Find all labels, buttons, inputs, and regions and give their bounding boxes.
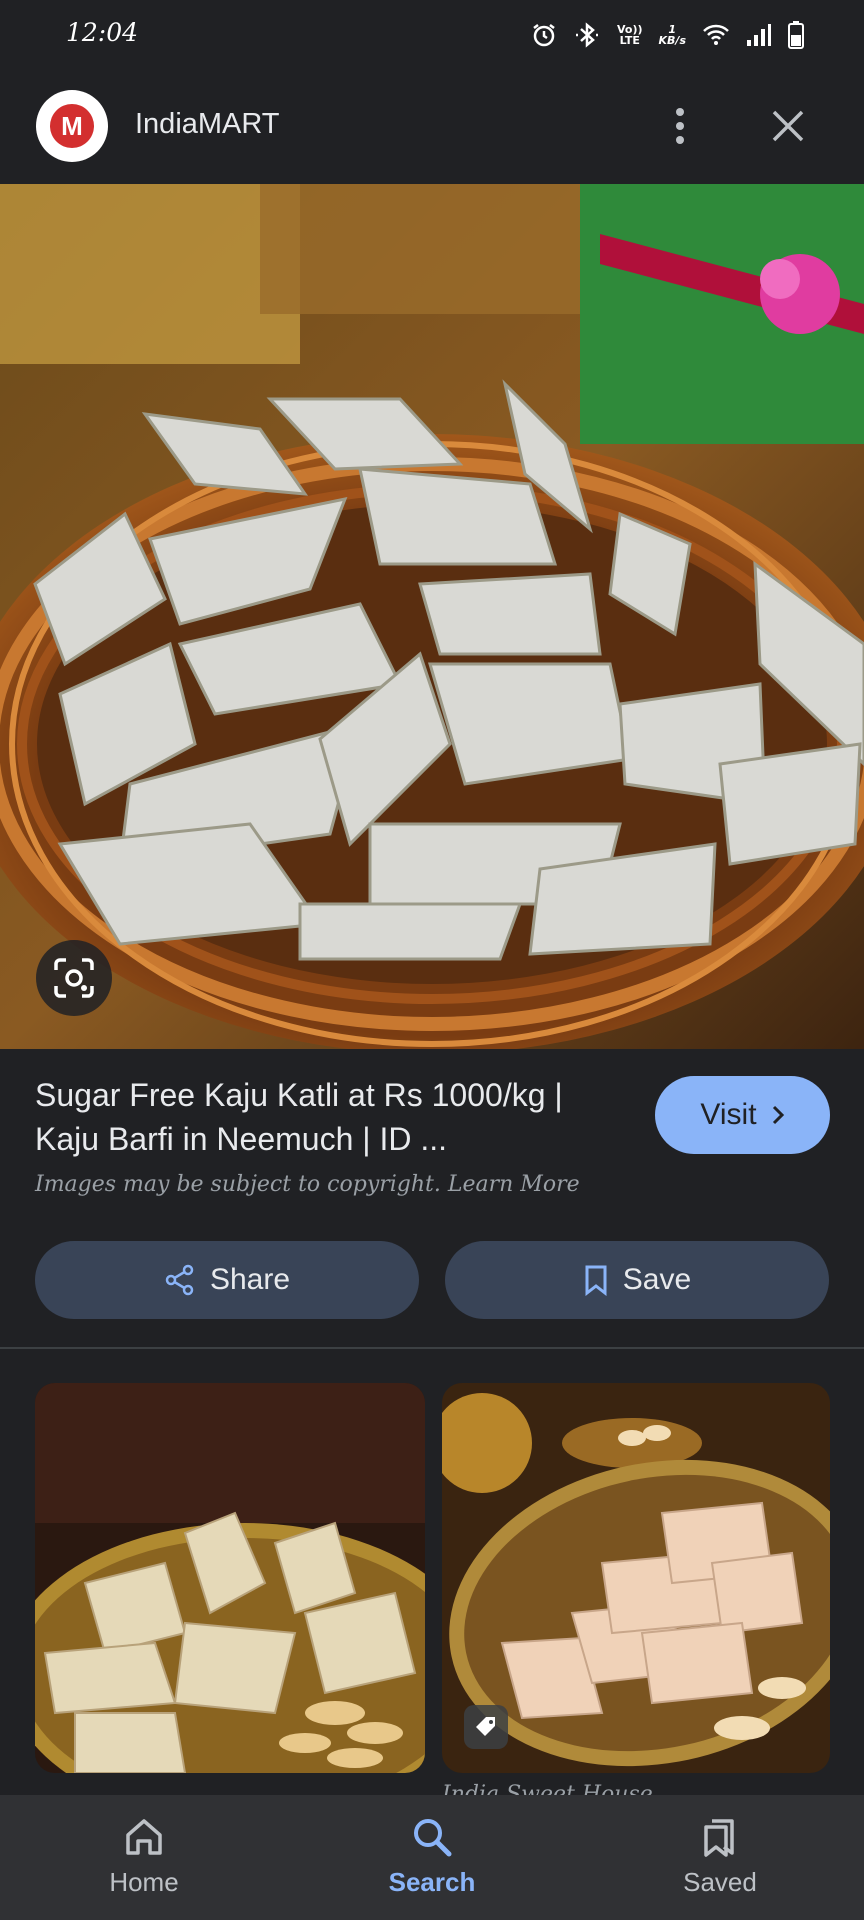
- more-vert-icon: [676, 108, 684, 144]
- nav-saved-label: Saved: [683, 1867, 757, 1897]
- site-name: IndiaMART: [135, 108, 280, 140]
- battery-icon: [788, 18, 804, 52]
- share-icon: [165, 1264, 194, 1296]
- nav-home[interactable]: Home: [0, 1795, 288, 1920]
- status-time: 12:04: [66, 18, 139, 47]
- main-result-image[interactable]: [0, 184, 864, 1049]
- chevron-right-icon: [772, 1105, 784, 1125]
- alarm-icon: [531, 18, 557, 52]
- nav-search-label: Search: [388, 1867, 476, 1897]
- share-button[interactable]: Share: [35, 1241, 419, 1319]
- save-button[interactable]: Save: [445, 1241, 829, 1319]
- close-button[interactable]: [760, 98, 816, 154]
- bluetooth-icon: [573, 18, 601, 52]
- home-icon: [126, 1819, 162, 1855]
- wifi-icon: [702, 18, 730, 52]
- nav-search[interactable]: Search: [288, 1795, 576, 1920]
- svg-text:M: M: [61, 111, 83, 141]
- nav-saved[interactable]: Saved: [576, 1795, 864, 1920]
- bookmark-icon: [585, 1265, 607, 1296]
- related-image-2[interactable]: [442, 1383, 830, 1773]
- nav-home-label: Home: [109, 1867, 179, 1897]
- viewer-header: M IndiaMART: [0, 70, 864, 184]
- copyright-notice[interactable]: Images may be subject to copyright. Lear…: [35, 1172, 580, 1197]
- visit-button[interactable]: Visit: [655, 1076, 830, 1154]
- tag-icon: [476, 1717, 495, 1736]
- google-lens-icon: [54, 958, 94, 998]
- more-options-button[interactable]: [660, 98, 700, 154]
- result-title[interactable]: Sugar Free Kaju Katli at Rs 1000/kg | Ka…: [35, 1073, 635, 1161]
- status-icons: Vo)) LTE 1 KB/s: [531, 18, 804, 52]
- indiamart-logo: M: [36, 90, 108, 162]
- volte-indicator: Vo)) LTE: [617, 18, 643, 52]
- bottom-navigation: Home Search Saved: [0, 1795, 864, 1920]
- status-bar: 12:04 Vo)) LTE 1 KB/s: [0, 0, 864, 70]
- related-image-1[interactable]: [35, 1383, 425, 1773]
- speed-unit: KB/s: [658, 34, 686, 47]
- bookmark-stack-icon: [704, 1819, 734, 1857]
- visit-label: Visit: [700, 1098, 757, 1131]
- save-label: Save: [622, 1263, 692, 1296]
- search-icon: [414, 1819, 452, 1857]
- volte-bottom-text: LTE: [619, 34, 640, 47]
- share-label: Share: [209, 1263, 291, 1296]
- close-icon: [772, 110, 804, 142]
- divider: [0, 1347, 864, 1349]
- signal-icon: [746, 18, 772, 52]
- network-speed: 1 KB/s: [659, 18, 686, 52]
- product-tag-badge: [464, 1705, 508, 1749]
- lens-button[interactable]: [36, 940, 112, 1016]
